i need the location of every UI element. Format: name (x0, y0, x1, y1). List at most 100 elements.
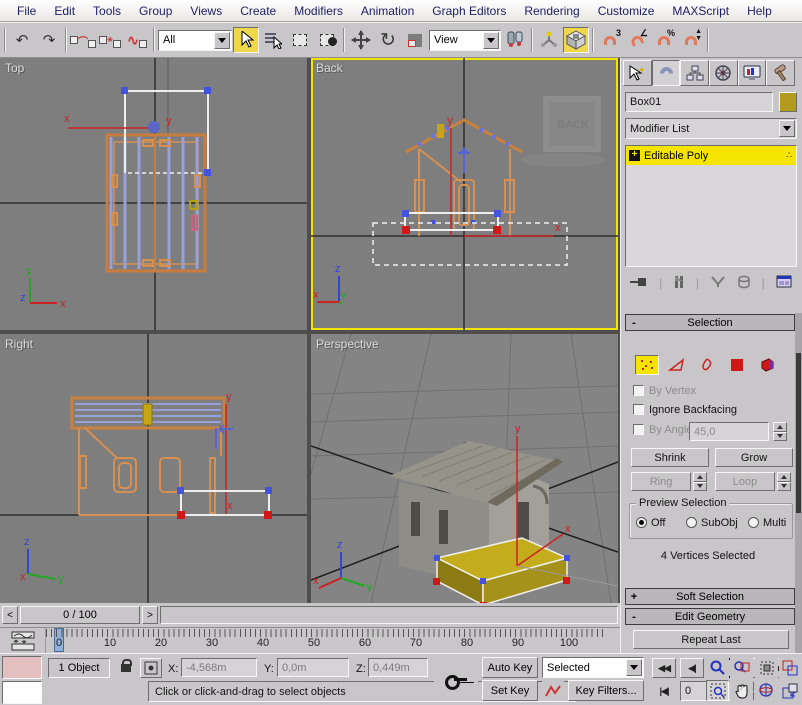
spinner-snap-icon[interactable]: ▲▼ (678, 27, 704, 53)
unlink-icon[interactable]: ✳ (97, 27, 123, 53)
menu-edit[interactable]: Edit (45, 2, 84, 20)
preview-multi-radio[interactable]: Multi (748, 517, 786, 529)
angle-snap-icon[interactable]: ∠ (624, 27, 650, 53)
tab-motion[interactable] (709, 60, 738, 86)
y-coord-field[interactable]: 0,0m (277, 658, 349, 677)
object-color-swatch[interactable] (779, 92, 797, 112)
shrink-button[interactable]: Shrink (631, 448, 709, 467)
bind-spacewarp-icon[interactable]: ∿ (124, 27, 150, 53)
arc-rotate-icon[interactable] (755, 680, 778, 701)
preview-subobj-radio[interactable]: SubObj (686, 517, 738, 529)
redo-icon[interactable]: ↷ (36, 27, 62, 53)
prev-frame-button[interactable]: ◀| (680, 658, 704, 678)
macro-recorder-box[interactable] (2, 656, 42, 679)
stack-item-editable-poly[interactable]: + Editable Poly ∴ (626, 146, 796, 165)
percent-snap-icon[interactable]: % (651, 27, 677, 53)
border-mode-icon[interactable] (695, 355, 719, 375)
loop-spinner[interactable] (777, 472, 791, 491)
viewport-back[interactable]: Back BACK (311, 58, 618, 330)
auto-key-button[interactable]: Auto Key (482, 657, 538, 678)
reference-coordsys-dropdown[interactable]: View (429, 30, 501, 51)
window-crossing-icon[interactable] (314, 27, 340, 53)
tab-modify[interactable] (652, 60, 681, 86)
use-pivot-center-icon[interactable] (502, 27, 528, 53)
zoom-region-icon[interactable] (706, 680, 729, 701)
tab-create[interactable]: ✦ (623, 60, 652, 86)
z-coord-field[interactable]: 0,449m (368, 658, 428, 677)
make-unique-icon[interactable] (710, 276, 726, 291)
key-mode-toggle[interactable]: |◀| (652, 681, 676, 701)
preview-off-radio[interactable]: Off (636, 517, 665, 529)
select-scale-icon[interactable] (402, 27, 428, 53)
selection-lock-toggle[interactable] (116, 659, 136, 677)
edge-mode-icon[interactable] (665, 355, 689, 375)
rollout-selection-header[interactable]: - Selection (625, 314, 795, 331)
rollout-edit-geometry-header[interactable]: - Edit Geometry (625, 608, 795, 625)
remove-modifier-icon[interactable] (737, 275, 751, 292)
track-bar-ruler[interactable]: 0 10 20 30 40 50 60 70 80 90 100 (45, 628, 605, 654)
menu-help[interactable]: Help (738, 2, 781, 20)
menu-group[interactable]: Group (130, 2, 181, 20)
selection-set-dropdown[interactable]: Selected (542, 657, 644, 678)
set-key-button[interactable]: Set Key (482, 680, 538, 701)
dropdown-arrow-icon[interactable] (626, 659, 642, 676)
pan-hand-icon[interactable] (730, 680, 753, 701)
viewport-right[interactable]: Right (0, 334, 307, 603)
time-slider-track[interactable] (160, 606, 618, 624)
set-keys-button[interactable] (434, 662, 478, 698)
repeat-last-button[interactable]: Repeat Last (633, 630, 789, 649)
mini-listener-box[interactable] (2, 681, 42, 704)
menu-file[interactable]: File (8, 2, 45, 20)
vertex-mode-icon[interactable] (635, 355, 659, 375)
viewport-top[interactable]: Top (0, 58, 307, 330)
snap-3d-icon[interactable]: 3 (597, 27, 623, 53)
time-slider-handle[interactable]: 0 / 100 (20, 606, 140, 624)
by-vertex-checkbox[interactable]: By Vertex (633, 385, 696, 397)
by-angle-spinner[interactable] (773, 422, 787, 441)
tab-utilities[interactable] (766, 60, 795, 86)
polygon-mode-icon[interactable] (725, 355, 749, 375)
expand-icon[interactable]: + (629, 150, 640, 161)
rollout-soft-selection-header[interactable]: + Soft Selection (625, 588, 795, 605)
snaps-toggle-icon[interactable] (563, 27, 589, 53)
ignore-backfacing-checkbox[interactable]: Ignore Backfacing (633, 404, 737, 416)
show-end-result-icon[interactable] (673, 275, 685, 292)
select-link-icon[interactable]: ⌒ (70, 27, 96, 53)
menu-rendering[interactable]: Rendering (515, 2, 588, 20)
viewport-perspective-label[interactable]: Perspective (316, 337, 379, 351)
dropdown-arrow-icon[interactable] (779, 120, 795, 137)
object-name-field[interactable]: Box01 (625, 92, 773, 112)
go-to-start-button[interactable]: ◀◀ (652, 658, 676, 678)
viewport-top-label[interactable]: Top (5, 61, 24, 75)
viewport-right-label[interactable]: Right (5, 337, 33, 351)
tab-hierarchy[interactable] (680, 60, 709, 86)
zoom-extents-all-icon[interactable] (779, 657, 801, 678)
ring-button[interactable]: Ring (631, 472, 691, 491)
scrollbar-thumb[interactable] (796, 353, 801, 513)
command-panel-scrollbar[interactable] (795, 313, 802, 653)
ring-spinner[interactable] (693, 472, 707, 491)
menu-modifiers[interactable]: Modifiers (285, 2, 352, 20)
menu-views[interactable]: Views (181, 2, 231, 20)
menu-graph-editors[interactable]: Graph Editors (423, 2, 515, 20)
grow-button[interactable]: Grow (715, 448, 793, 467)
viewport-perspective[interactable]: Perspective (311, 334, 618, 603)
menu-animation[interactable]: Animation (352, 2, 423, 20)
min-max-toggle-icon[interactable] (779, 680, 801, 701)
by-angle-field[interactable]: 45,0 (689, 422, 769, 441)
menu-tools[interactable]: Tools (84, 2, 130, 20)
dropdown-arrow-icon[interactable] (214, 32, 230, 49)
select-object-icon[interactable] (233, 27, 259, 53)
absolute-offset-toggle[interactable] (140, 658, 162, 678)
menu-customize[interactable]: Customize (589, 2, 664, 20)
dropdown-arrow-icon[interactable] (483, 32, 499, 49)
select-by-name-icon[interactable] (260, 27, 286, 53)
zoom-icon[interactable] (706, 657, 729, 678)
select-rotate-icon[interactable]: ↻ (375, 27, 401, 53)
element-mode-icon[interactable] (755, 355, 779, 375)
undo-icon[interactable]: ↶ (9, 27, 35, 53)
x-coord-field[interactable]: -4,568m (181, 658, 257, 677)
zoom-all-icon[interactable] (730, 657, 753, 678)
select-move-icon[interactable] (348, 27, 374, 53)
menu-maxscript[interactable]: MAXScript (663, 2, 738, 20)
